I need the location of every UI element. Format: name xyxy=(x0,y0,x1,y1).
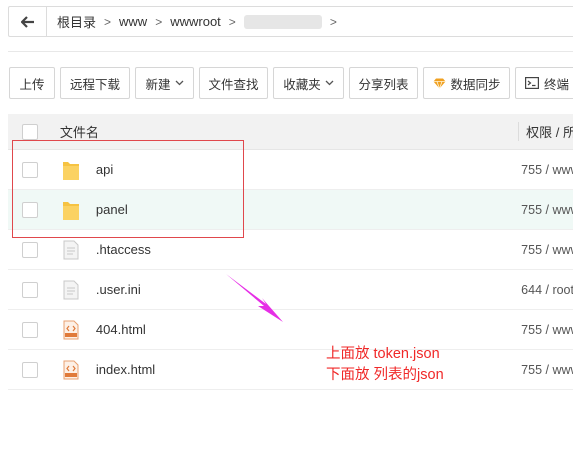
annotation-arrow xyxy=(226,274,283,322)
annotation-note-line2: 下面放 列表的json xyxy=(326,367,444,383)
annotation-note-line1: 上面放 token.json xyxy=(326,346,440,362)
file-manager: 根目录 > www > wwwroot > > 上传 远程下载 新建 文件查找 … xyxy=(0,0,573,474)
